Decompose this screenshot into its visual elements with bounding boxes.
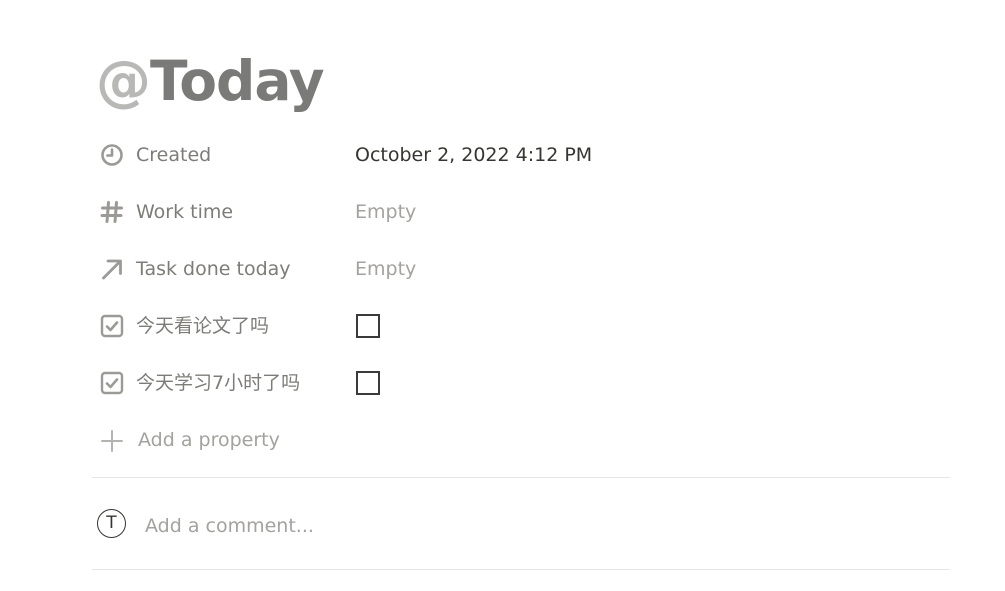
arrow-up-right-icon (100, 257, 124, 281)
property-row-task-done-today[interactable]: Task done today Empty (92, 250, 952, 288)
property-label: Created (136, 144, 212, 166)
comment-input[interactable] (145, 508, 845, 544)
divider (92, 477, 950, 478)
divider (92, 569, 950, 570)
page-title[interactable]: @Today (96, 46, 325, 116)
avatar: T (97, 509, 126, 538)
property-row-work-time[interactable]: Work time Empty (92, 193, 952, 231)
property-value: October 2, 2022 4:12 PM (355, 144, 593, 166)
hash-icon (100, 200, 124, 224)
property-label: Task done today (136, 258, 291, 280)
property-row-created[interactable]: Created October 2, 2022 4:12 PM (92, 136, 952, 174)
plus-icon (100, 429, 124, 453)
property-row-checkbox-paper[interactable]: 今天看论文了吗 (92, 307, 952, 345)
checkbox-icon (100, 371, 124, 395)
title-text: Today (150, 49, 325, 113)
property-label: Work time (136, 201, 234, 223)
checkbox-icon (100, 314, 124, 338)
property-label: 今天看论文了吗 (136, 315, 270, 337)
property-value[interactable]: Empty (355, 193, 416, 231)
page: @Today Created October 2, 2022 4:12 PM W… (0, 0, 1005, 591)
property-checkbox[interactable] (356, 314, 380, 338)
property-row-checkbox-study[interactable]: 今天学习7小时了吗 (92, 364, 952, 402)
title-prefix: @ (96, 49, 151, 113)
add-property-label: Add a property (138, 429, 280, 451)
property-label: 今天学习7小时了吗 (136, 372, 301, 394)
property-value[interactable]: Empty (355, 250, 416, 288)
clock-icon (100, 143, 124, 167)
property-checkbox[interactable] (356, 371, 380, 395)
